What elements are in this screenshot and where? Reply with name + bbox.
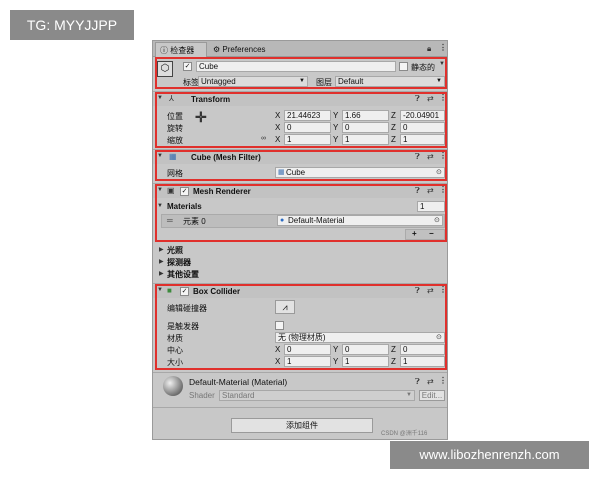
csdn-watermark: CSDN @洲千116 [381, 431, 428, 437]
shader-value: Standard [222, 391, 255, 400]
material-title: Default-Material (Material) [189, 377, 288, 387]
inspector-icon: ⓘ [160, 46, 168, 55]
tab-preferences-label: Preferences [222, 45, 266, 54]
highlight-object-header [155, 57, 447, 89]
other-settings-section[interactable]: 其他设置 [167, 269, 199, 280]
tab-inspector-label: 检查器 [170, 46, 195, 55]
tab-bar: ⓘ 检查器 ⚙ Preferences 🔒︎ ⋮ [153, 41, 447, 57]
help-icon[interactable]: ❓︎ [415, 377, 420, 387]
tab-preferences[interactable]: ⚙ Preferences [209, 42, 277, 57]
site-watermark: www.libozhenrenzh.com [390, 441, 589, 469]
add-component-button[interactable]: 添加组件 [231, 418, 373, 433]
gear-icon: ⚙ [213, 45, 221, 54]
shader-label: Shader [189, 391, 215, 400]
lock-icon[interactable]: 🔒︎ [427, 44, 431, 54]
kebab-menu-icon[interactable]: ⋮ [439, 43, 447, 52]
highlight-box-collider [155, 284, 447, 370]
material-preview-sphere [163, 376, 183, 396]
highlight-transform [155, 92, 447, 148]
divider [153, 372, 447, 373]
chevron-down-icon: ▼ [406, 392, 412, 398]
inspector-panel: ⓘ 检查器 ⚙ Preferences 🔒︎ ⋮ ⬡ ✓ Cube 静态的 ▼ … [152, 40, 448, 440]
lighting-section[interactable]: 光照 [167, 245, 183, 256]
preset-icon[interactable]: ⇄ [427, 377, 434, 386]
foldout-arrow-icon[interactable]: ▶ [159, 258, 164, 265]
highlight-mesh-renderer [155, 184, 447, 242]
tg-watermark: TG: MYYJJPP [10, 10, 134, 40]
shader-dropdown[interactable]: Standard ▼ [219, 390, 415, 401]
foldout-arrow-icon[interactable]: ▶ [159, 270, 164, 277]
foldout-arrow-icon[interactable]: ▶ [159, 246, 164, 253]
divider [153, 407, 447, 408]
shader-edit-button[interactable]: Edit... [419, 390, 445, 401]
component-menu-icon[interactable]: ⋮ [439, 376, 447, 385]
highlight-mesh-filter [155, 150, 447, 181]
tab-inspector[interactable]: ⓘ 检查器 [155, 42, 207, 57]
probes-section[interactable]: 探测器 [167, 257, 191, 268]
